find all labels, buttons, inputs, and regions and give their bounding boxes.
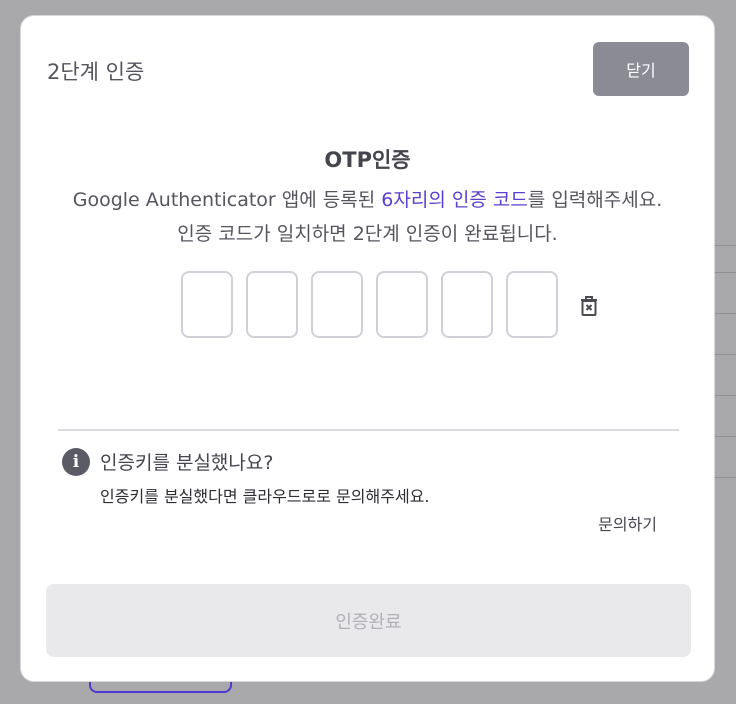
otp-digit-input-4[interactable] [376, 271, 428, 338]
two-factor-auth-modal: 2단계 인증 닫기 OTP인증 Google Authenticator 앱에 … [20, 15, 715, 682]
otp-digit-input-2[interactable] [246, 271, 298, 338]
close-button[interactable]: 닫기 [593, 42, 689, 96]
contact-link[interactable]: 문의하기 [598, 511, 657, 535]
otp-digit-input-1[interactable] [181, 271, 233, 338]
modal-title: 2단계 인증 [47, 60, 145, 84]
submit-button[interactable]: 인증완료 [46, 584, 691, 657]
otp-description-prefix: Google Authenticator 앱에 등록된 [72, 189, 382, 211]
otp-description-suffix: 를 입력해주세요. [527, 189, 663, 211]
lost-key-text: 인증키를 분실했다면 클라우드로로 문의해주세요. [100, 487, 430, 506]
otp-digit-input-5[interactable] [441, 271, 493, 338]
otp-description: Google Authenticator 앱에 등록된 6자리의 인증 코드를 … [21, 185, 714, 212]
otp-heading: OTP인증 [324, 148, 411, 172]
otp-description-highlight: 6자리의 인증 코드 [381, 189, 528, 211]
lost-key-title: 인증키를 분실했나요? [100, 452, 274, 474]
otp-digit-input-6[interactable] [506, 271, 558, 338]
info-icon: i [62, 448, 90, 476]
background-table-lines [714, 245, 736, 518]
trash-icon[interactable] [577, 294, 601, 318]
otp-description-line2: 인증 코드가 일치하면 2단계 인증이 완료됩니다. [177, 223, 558, 245]
otp-code-inputs [181, 271, 558, 338]
otp-digit-input-3[interactable] [311, 271, 363, 338]
section-divider [58, 429, 679, 431]
